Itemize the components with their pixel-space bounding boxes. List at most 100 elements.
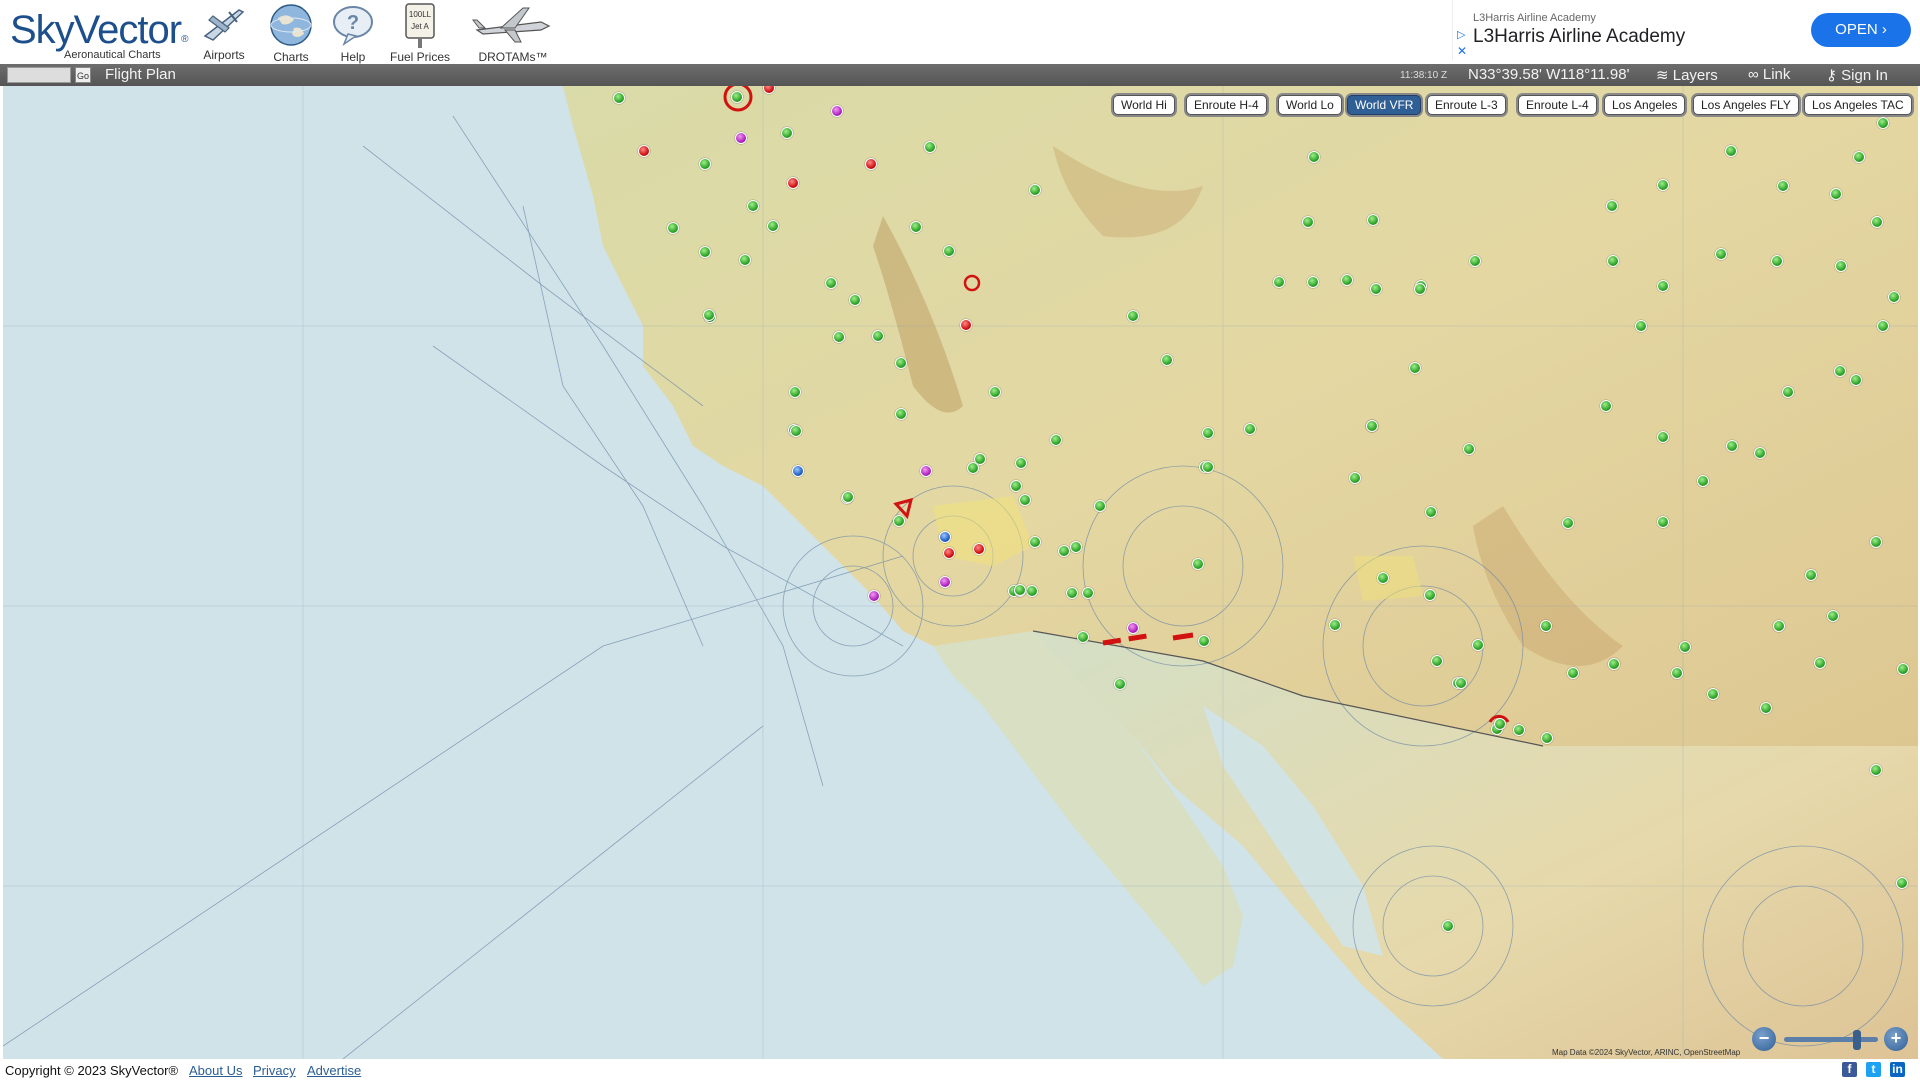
airport-marker[interactable]: [1425, 506, 1437, 518]
airport-marker[interactable]: [790, 425, 802, 437]
airport-marker[interactable]: [1127, 310, 1139, 322]
chart-button-world-vfr[interactable]: World VFR: [1347, 95, 1422, 115]
airport-marker[interactable]: [1671, 667, 1683, 679]
special-use-marker[interactable]: [1127, 622, 1139, 634]
airport-marker[interactable]: [989, 386, 1001, 398]
airport-marker[interactable]: [1541, 732, 1553, 744]
airport-marker[interactable]: [872, 330, 884, 342]
airport-marker[interactable]: [924, 141, 936, 153]
airport-marker[interactable]: [1562, 517, 1574, 529]
airport-marker[interactable]: [1513, 724, 1525, 736]
adchoices-icon[interactable]: ▷: [1457, 28, 1465, 41]
sign-in-button[interactable]: ⚷ Sign In: [1826, 66, 1888, 84]
flight-plan-button[interactable]: Flight Plan: [105, 66, 176, 83]
airport-marker[interactable]: [1679, 641, 1691, 653]
special-use-marker[interactable]: [735, 132, 747, 144]
airport-marker[interactable]: [613, 92, 625, 104]
airport-marker[interactable]: [1877, 320, 1889, 332]
airport-marker[interactable]: [1202, 427, 1214, 439]
advertise-link[interactable]: Advertise: [307, 1063, 361, 1078]
class-b-airport-marker[interactable]: [939, 531, 951, 543]
airport-marker[interactable]: [1830, 188, 1842, 200]
nav-drotams-button[interactable]: DROTAMs™: [468, 2, 558, 64]
airport-marker[interactable]: [1707, 688, 1719, 700]
airport-marker[interactable]: [1814, 657, 1826, 669]
airport-marker[interactable]: [1715, 248, 1727, 260]
airport-marker[interactable]: [1635, 320, 1647, 332]
ad-headline[interactable]: L3Harris Airline Academy: [1473, 26, 1685, 48]
layers-button[interactable]: ≋ Layers: [1656, 66, 1718, 84]
airport-marker[interactable]: [967, 462, 979, 474]
airport-marker[interactable]: [1029, 184, 1041, 196]
airport-marker[interactable]: [1198, 635, 1210, 647]
airport-marker[interactable]: [1414, 283, 1426, 295]
airport-marker[interactable]: [1754, 447, 1766, 459]
chart-button-los-angeles[interactable]: Los Angeles: [1604, 95, 1686, 115]
facebook-icon[interactable]: f: [1842, 1062, 1857, 1077]
airport-marker[interactable]: [1567, 667, 1579, 679]
chart-button-enroute-h-4[interactable]: Enroute H-4: [1186, 95, 1267, 115]
airport-marker[interactable]: [1442, 920, 1454, 932]
special-use-marker[interactable]: [868, 590, 880, 602]
airport-marker[interactable]: [1834, 365, 1846, 377]
airport-marker[interactable]: [703, 309, 715, 321]
airport-marker[interactable]: [1827, 610, 1839, 622]
airport-marker[interactable]: [789, 386, 801, 398]
airport-marker[interactable]: [1015, 457, 1027, 469]
airport-marker[interactable]: [1870, 536, 1882, 548]
restricted-marker[interactable]: [973, 543, 985, 555]
airport-marker[interactable]: [1014, 584, 1026, 596]
airport-marker[interactable]: [1888, 291, 1900, 303]
airport-marker[interactable]: [1019, 494, 1031, 506]
airport-marker[interactable]: [1777, 180, 1789, 192]
airport-marker[interactable]: [1367, 214, 1379, 226]
airport-marker[interactable]: [1600, 400, 1612, 412]
airport-marker[interactable]: [1341, 274, 1353, 286]
airport-marker[interactable]: [1050, 434, 1062, 446]
airport-marker[interactable]: [1077, 631, 1089, 643]
airport-marker[interactable]: [1469, 255, 1481, 267]
airport-marker[interactable]: [781, 127, 793, 139]
special-use-marker[interactable]: [831, 105, 843, 117]
airport-marker[interactable]: [1029, 536, 1041, 548]
airport-marker[interactable]: [1472, 639, 1484, 651]
airport-marker[interactable]: [895, 408, 907, 420]
airport-marker[interactable]: [1058, 545, 1070, 557]
airport-marker[interactable]: [1657, 179, 1669, 191]
zoom-slider-thumb[interactable]: [1852, 1030, 1861, 1050]
airport-marker[interactable]: [842, 491, 854, 503]
flight-plan-input[interactable]: [7, 67, 71, 83]
airport-marker[interactable]: [1494, 718, 1506, 730]
zoom-slider-track[interactable]: [1784, 1037, 1878, 1042]
airport-marker[interactable]: [893, 515, 905, 527]
airport-marker[interactable]: [1026, 585, 1038, 597]
airport-marker[interactable]: [767, 220, 779, 232]
link-button[interactable]: ∞ Link: [1748, 66, 1790, 83]
advertisement[interactable]: ▷ ✕ L3Harris Airline Academy L3Harris Ai…: [1452, 0, 1920, 60]
airport-marker[interactable]: [667, 222, 679, 234]
chart-button-enroute-l-3[interactable]: Enroute L-3: [1427, 95, 1506, 115]
airport-marker[interactable]: [1377, 572, 1389, 584]
airport-marker[interactable]: [825, 277, 837, 289]
airport-marker[interactable]: [1657, 431, 1669, 443]
airport-marker[interactable]: [1329, 619, 1341, 631]
airport-marker[interactable]: [1082, 587, 1094, 599]
airport-marker[interactable]: [1066, 587, 1078, 599]
chart-button-world-hi[interactable]: World Hi: [1113, 95, 1175, 115]
airport-marker[interactable]: [1366, 420, 1378, 432]
airport-marker[interactable]: [1607, 255, 1619, 267]
airport-marker[interactable]: [1657, 280, 1669, 292]
airport-marker[interactable]: [1307, 276, 1319, 288]
airport-marker[interactable]: [1771, 255, 1783, 267]
airport-marker[interactable]: [1161, 354, 1173, 366]
sectional-map[interactable]: World Hi Enroute H-4 World Lo World VFR Enro…: [3, 86, 1918, 1059]
airport-marker[interactable]: [895, 357, 907, 369]
airport-marker[interactable]: [731, 91, 743, 103]
airport-marker[interactable]: [1424, 589, 1436, 601]
nav-fuel-prices-button[interactable]: 100LL Jet A Fuel Prices: [390, 2, 450, 64]
linkedin-icon[interactable]: in: [1890, 1062, 1905, 1077]
restricted-marker[interactable]: [943, 547, 955, 559]
airport-marker[interactable]: [1463, 443, 1475, 455]
airport-marker[interactable]: [849, 294, 861, 306]
restricted-marker[interactable]: [638, 145, 650, 157]
